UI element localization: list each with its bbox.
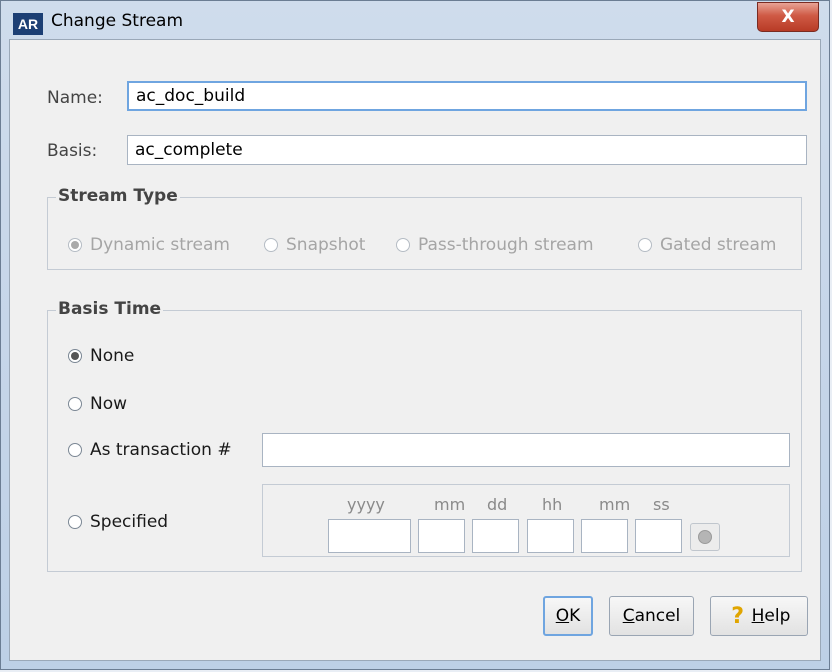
radio-dot-icon bbox=[68, 238, 82, 252]
date-picker-button[interactable] bbox=[690, 523, 720, 551]
second-input[interactable] bbox=[635, 519, 682, 553]
radio-none[interactable]: None bbox=[68, 346, 134, 366]
radio-dot-icon bbox=[68, 443, 82, 457]
hour-input[interactable] bbox=[527, 519, 574, 553]
day-label: dd bbox=[487, 495, 508, 514]
day-input[interactable] bbox=[472, 519, 519, 553]
year-label: yyyy bbox=[347, 495, 385, 514]
stream-type-title: Stream Type bbox=[56, 186, 180, 206]
basis-label: Basis: bbox=[47, 141, 98, 161]
radio-label: As transaction # bbox=[90, 440, 232, 460]
radio-dot-icon bbox=[264, 238, 278, 252]
radio-dynamic-stream[interactable]: Dynamic stream bbox=[68, 235, 230, 255]
dialog-body: Name: ac_doc_build Basis: ac_complete St… bbox=[9, 39, 821, 661]
name-label: Name: bbox=[47, 88, 103, 108]
name-field[interactable]: ac_doc_build bbox=[127, 81, 807, 111]
radio-label: Pass-through stream bbox=[418, 235, 594, 255]
radio-dot-icon bbox=[68, 397, 82, 411]
cancel-button[interactable]: Cancel bbox=[609, 596, 694, 636]
specified-date-panel: yyyy mm dd hh mm ss bbox=[262, 484, 790, 557]
year-input[interactable] bbox=[328, 519, 411, 553]
radio-pass-through-stream[interactable]: Pass-through stream bbox=[396, 235, 594, 255]
app-icon: AR bbox=[13, 13, 43, 35]
month-label: mm bbox=[434, 495, 466, 514]
window-title: Change Stream bbox=[51, 11, 183, 31]
basis-time-group: Basis Time None Now As transaction # Spe… bbox=[47, 299, 802, 572]
radio-now[interactable]: Now bbox=[68, 394, 127, 414]
stream-type-group: Stream Type Dynamic stream Snapshot Pass… bbox=[47, 186, 802, 270]
basis-field[interactable]: ac_complete bbox=[127, 135, 807, 165]
radio-label: None bbox=[90, 346, 135, 366]
ok-button[interactable]: OK bbox=[543, 596, 593, 636]
radio-label: Gated stream bbox=[660, 235, 777, 255]
minute-label: mm bbox=[599, 495, 631, 514]
change-stream-dialog: AR Change Stream X Name: ac_doc_build Ba… bbox=[0, 0, 830, 670]
basis-time-title: Basis Time bbox=[56, 299, 164, 319]
radio-dot-icon bbox=[638, 238, 652, 252]
radio-gated-stream[interactable]: Gated stream bbox=[638, 235, 777, 255]
radio-dot-icon bbox=[396, 238, 410, 252]
minute-input[interactable] bbox=[581, 519, 628, 553]
help-button[interactable]: ? Help bbox=[710, 596, 808, 636]
radio-dot-icon bbox=[68, 515, 82, 529]
help-icon: ? bbox=[731, 604, 744, 629]
title-bar[interactable]: AR Change Stream X bbox=[1, 1, 829, 39]
radio-specified[interactable]: Specified bbox=[68, 512, 168, 532]
hour-label: hh bbox=[542, 495, 563, 514]
radio-as-transaction[interactable]: As transaction # bbox=[68, 440, 232, 460]
second-label: ss bbox=[653, 495, 670, 514]
radio-label: Dynamic stream bbox=[90, 235, 230, 255]
radio-label: Specified bbox=[90, 512, 169, 532]
radio-snapshot[interactable]: Snapshot bbox=[264, 235, 365, 255]
radio-dot-icon bbox=[68, 349, 82, 363]
radio-label: Snapshot bbox=[286, 235, 366, 255]
transaction-number-field[interactable] bbox=[262, 433, 790, 467]
radio-label: Now bbox=[90, 394, 128, 414]
close-button[interactable]: X bbox=[757, 2, 819, 32]
month-input[interactable] bbox=[418, 519, 465, 553]
